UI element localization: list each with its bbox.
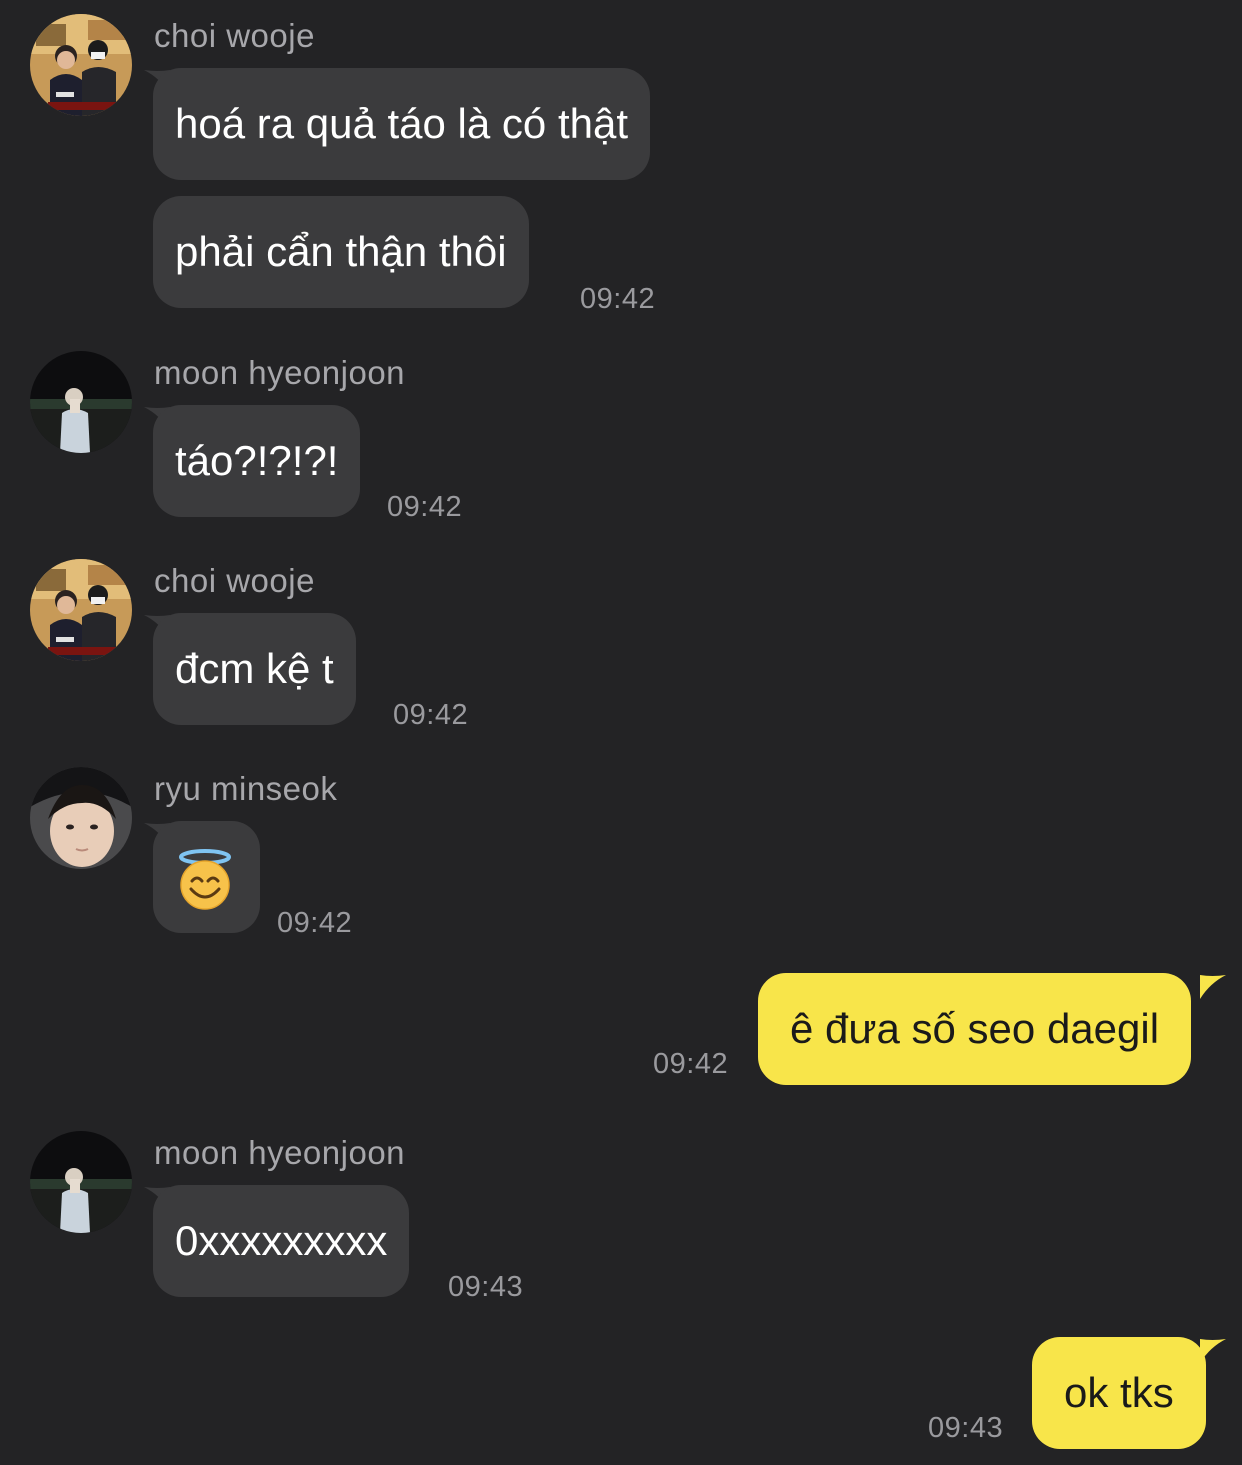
- bubble-tail: [1200, 1339, 1226, 1363]
- sender-name: choi wooje: [154, 17, 315, 54]
- sender-name: moon hyeonjoon: [154, 1134, 406, 1171]
- message-timestamp: 09:42: [653, 1048, 729, 1080]
- message-bubble[interactable]: hoá ra quả táo là có thật: [153, 68, 650, 180]
- message-timestamp: 09:43: [928, 1412, 1004, 1444]
- bubble-tail: [1200, 975, 1226, 999]
- message-bubble[interactable]: táo?!?!?!: [153, 405, 361, 517]
- emoji-bubble[interactable]: [153, 821, 260, 933]
- message-timestamp: 09:42: [580, 283, 656, 315]
- avatar-moon-hyeonjoon[interactable]: [30, 1131, 132, 1233]
- message-bubble[interactable]: phải cẩn thận thôi: [153, 196, 529, 308]
- message-timestamp: 09:42: [387, 491, 463, 523]
- avatar-choi-wooje[interactable]: [30, 559, 132, 661]
- avatar-moon-hyeonjoon[interactable]: [30, 351, 132, 453]
- message-timestamp: 09:42: [277, 907, 353, 939]
- sender-name: ryu minseok: [154, 770, 338, 807]
- sender-name: choi wooje: [154, 562, 315, 599]
- smiling-face-with-halo-icon: [179, 849, 231, 910]
- avatar-ryu-minseok[interactable]: [30, 767, 132, 869]
- message-bubble[interactable]: đcm kệ t: [153, 613, 356, 725]
- avatar-choi-wooje[interactable]: [30, 14, 132, 116]
- message-timestamp: 09:42: [393, 699, 469, 731]
- sender-name: moon hyeonjoon: [154, 354, 406, 391]
- message-timestamp: 09:43: [448, 1271, 524, 1303]
- outgoing-message-bubble[interactable]: ok tks: [1032, 1337, 1206, 1449]
- outgoing-message-bubble[interactable]: ê đưa số seo daegil: [758, 973, 1192, 1085]
- message-bubble[interactable]: 0xxxxxxxxx: [153, 1185, 410, 1297]
